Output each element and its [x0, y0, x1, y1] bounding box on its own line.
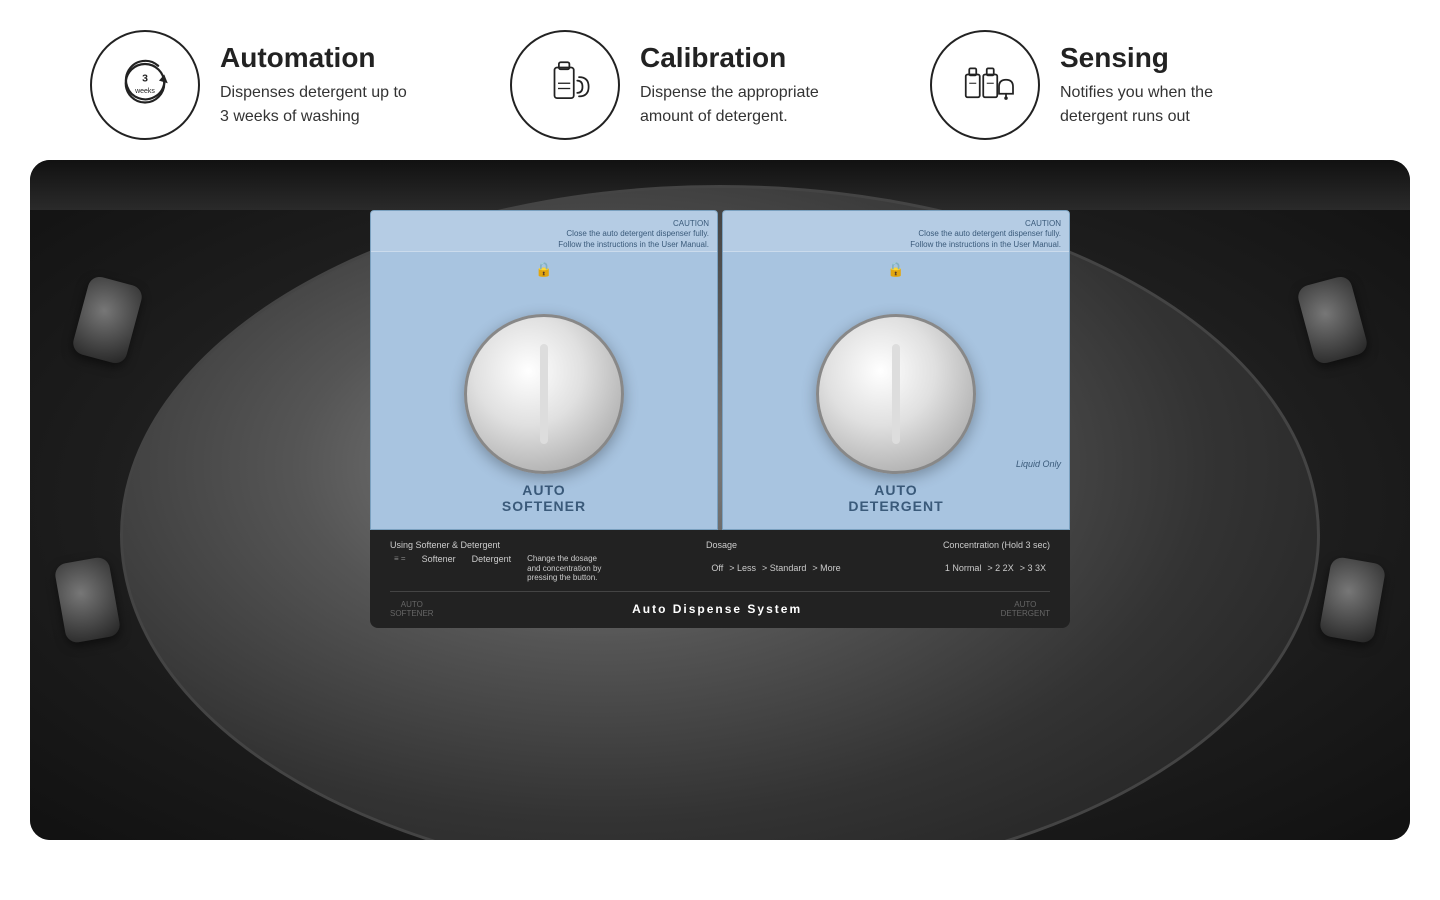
less-label: > Less	[729, 563, 756, 573]
calibration-text: Calibration Dispense the appropriate amo…	[640, 41, 819, 129]
automation-title: Automation	[220, 41, 407, 75]
softener-knob	[464, 314, 624, 474]
calibration-icon	[530, 50, 600, 120]
3x-label: > 3 3X	[1020, 563, 1046, 573]
normal-label: 1 Normal	[945, 563, 982, 573]
liquid-only-label: Liquid Only	[1016, 459, 1061, 469]
sensing-title: Sensing	[1060, 41, 1213, 75]
bottom-dosage-label: Dosage	[706, 540, 737, 550]
sensing-icon-wrap	[930, 30, 1040, 140]
detergent-lock-icon: 🔒	[887, 261, 904, 278]
detergent-knob	[816, 314, 976, 474]
automation-desc: Dispenses detergent up to 3 weeks of was…	[220, 81, 407, 129]
softener-dispenser: CAUTIONClose the auto detergent dispense…	[370, 210, 718, 530]
auto-dispense-title: Auto Dispense System	[632, 602, 802, 616]
calibration-icon-wrap	[510, 30, 620, 140]
softener-bottom-sub: ≡ =	[394, 554, 406, 583]
feature-sensing: Sensing Notifies you when the detergent …	[930, 30, 1350, 140]
svg-text:weeks: weeks	[134, 88, 155, 95]
side-knob-right-bottom	[1318, 556, 1386, 644]
dispensers-bottom-panel: Using Softener & Detergent Dosage Concen…	[370, 530, 1070, 628]
sensing-text: Sensing Notifies you when the detergent …	[1060, 41, 1213, 129]
auto-detergent-bottom2: DETERGENT	[1001, 609, 1050, 618]
dispensers-top: CAUTIONClose the auto detergent dispense…	[370, 210, 1070, 530]
bottom-concentration-label: Concentration (Hold 3 sec)	[943, 540, 1050, 550]
2x-label: > 2 2X	[987, 563, 1013, 573]
dispensers-container: CAUTIONClose the auto detergent dispense…	[370, 210, 1070, 628]
detergent-dispenser: CAUTIONClose the auto detergent dispense…	[722, 210, 1070, 530]
automation-icon: 3 weeks	[110, 50, 180, 120]
detergent-label: AUTO DETERGENT	[848, 482, 943, 514]
automation-icon-wrap: 3 weeks	[90, 30, 200, 140]
side-knob-right-top	[1296, 274, 1370, 366]
machine-section: CAUTIONClose the auto detergent dispense…	[30, 160, 1410, 840]
bottom-auto-labels: AUTO SOFTENER Auto Dispense System AUTO …	[390, 600, 1050, 618]
svg-text:3: 3	[142, 73, 148, 85]
automation-text: Automation Dispenses detergent up to 3 w…	[220, 41, 407, 129]
softener-label: AUTO SOFTENER	[502, 482, 586, 514]
side-knob-left-top	[71, 274, 145, 366]
auto-softener-bottom: AUTO	[390, 600, 434, 609]
calibration-title: Calibration	[640, 41, 819, 75]
sensing-icon	[950, 50, 1020, 120]
calibration-desc: Dispense the appropriate amount of deter…	[640, 81, 819, 129]
off-label: Off	[711, 563, 723, 573]
feature-automation: 3 weeks Automation Dispenses detergent u…	[90, 30, 510, 140]
softener-lock-icon: 🔒	[535, 261, 552, 278]
more-label: > More	[812, 563, 840, 573]
feature-calibration: Calibration Dispense the appropriate amo…	[510, 30, 930, 140]
softener-bottom-label: Softener	[422, 554, 456, 583]
softener-caution: CAUTIONClose the auto detergent dispense…	[558, 219, 709, 250]
auto-detergent-bottom: AUTO	[1001, 600, 1050, 609]
bottom-labels-row: ≡ = Softener Detergent Change the dosage…	[390, 554, 1050, 583]
features-section: 3 weeks Automation Dispenses detergent u…	[0, 0, 1440, 160]
auto-softener-bottom2: SOFTENER	[390, 609, 434, 618]
dosage-desc: Change the dosage and concentration by p…	[527, 554, 607, 583]
page-wrapper: 3 weeks Automation Dispenses detergent u…	[0, 0, 1440, 900]
machine-background: CAUTIONClose the auto detergent dispense…	[30, 160, 1410, 840]
bottom-using-label: Using Softener & Detergent	[390, 540, 500, 550]
detergent-bottom-label: Detergent	[472, 554, 512, 583]
detergent-caution: CAUTIONClose the auto detergent dispense…	[910, 219, 1061, 250]
bottom-info-row: Using Softener & Detergent Dosage Concen…	[390, 540, 1050, 550]
sensing-desc: Notifies you when the detergent runs out	[1060, 81, 1213, 129]
standard-label: > Standard	[762, 563, 806, 573]
side-knob-left-bottom	[53, 556, 121, 644]
